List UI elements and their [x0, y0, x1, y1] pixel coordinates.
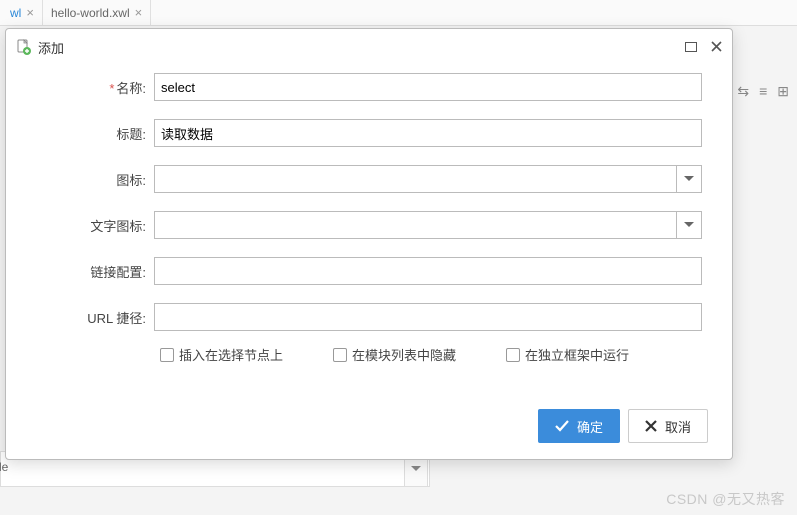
modal-footer: 确定 取消 [538, 409, 708, 443]
checkbox-box[interactable] [160, 348, 174, 362]
checkbox-label: 插入在选择节点上 [179, 345, 283, 364]
checkbox-label: 在模块列表中隐藏 [352, 345, 456, 364]
partial-text: le [0, 460, 8, 474]
cancel-button[interactable]: 取消 [628, 409, 708, 443]
modal-body: *名称: 标题: 图标: 文字图标: [6, 65, 732, 364]
modal-header: 添加 [6, 29, 732, 65]
close-icon[interactable]: × [135, 5, 143, 20]
title-label: 标题: [36, 124, 154, 143]
url-field[interactable] [154, 303, 702, 331]
link-field[interactable] [154, 257, 702, 285]
checkbox-hide[interactable]: 在模块列表中隐藏 [333, 345, 456, 364]
texticon-dropdown-trigger[interactable] [676, 211, 702, 239]
ok-button[interactable]: 确定 [538, 409, 620, 443]
watermark: CSDN @无又热客 [666, 489, 785, 509]
maximize-icon[interactable] [685, 40, 697, 55]
name-label: *名称: [36, 78, 154, 97]
icon-label: 图标: [36, 170, 154, 189]
icon-field[interactable] [154, 165, 676, 193]
chevron-down-icon [684, 222, 694, 228]
tab-label: hello-world.xwl [51, 6, 130, 20]
checkbox-frame[interactable]: 在独立框架中运行 [506, 345, 629, 364]
icon-dropdown-trigger[interactable] [676, 165, 702, 193]
chevron-down-icon [684, 176, 694, 182]
modal-title: 添加 [38, 38, 671, 57]
url-label: URL 捷径: [36, 308, 154, 327]
name-field[interactable] [154, 73, 702, 101]
checkbox-box[interactable] [506, 348, 520, 362]
close-icon [645, 420, 657, 432]
toolbar-icon[interactable]: ≡ [759, 83, 767, 100]
add-modal: 添加 *名称: 标题: 图标: 文字图标: [5, 28, 733, 460]
tab-wl[interactable]: wl × [2, 0, 43, 25]
toolbar-icon[interactable]: ⊞ [777, 83, 789, 100]
checkbox-box[interactable] [333, 348, 347, 362]
tab-label: wl [10, 6, 21, 20]
texticon-field[interactable] [154, 211, 676, 239]
title-field[interactable] [154, 119, 702, 147]
link-label: 链接配置: [36, 262, 154, 281]
tabs-bar: wl × hello-world.xwl × [0, 0, 797, 26]
close-icon[interactable]: × [26, 5, 34, 20]
checkbox-insert[interactable]: 插入在选择节点上 [160, 345, 283, 364]
chevron-down-icon [411, 466, 421, 472]
checkbox-row: 插入在选择节点上 在模块列表中隐藏 在独立框架中运行 [36, 345, 702, 364]
close-icon[interactable] [711, 40, 722, 55]
add-file-icon [16, 39, 32, 55]
cancel-label: 取消 [665, 417, 691, 436]
ok-label: 确定 [577, 417, 603, 436]
tab-hello-world[interactable]: hello-world.xwl × [43, 0, 151, 25]
checkbox-label: 在独立框架中运行 [525, 345, 629, 364]
texticon-label: 文字图标: [36, 216, 154, 235]
check-icon [555, 420, 569, 432]
right-toolbar: ⇆ ≡ ⊞ [737, 83, 789, 100]
toolbar-icon[interactable]: ⇆ [737, 83, 749, 100]
